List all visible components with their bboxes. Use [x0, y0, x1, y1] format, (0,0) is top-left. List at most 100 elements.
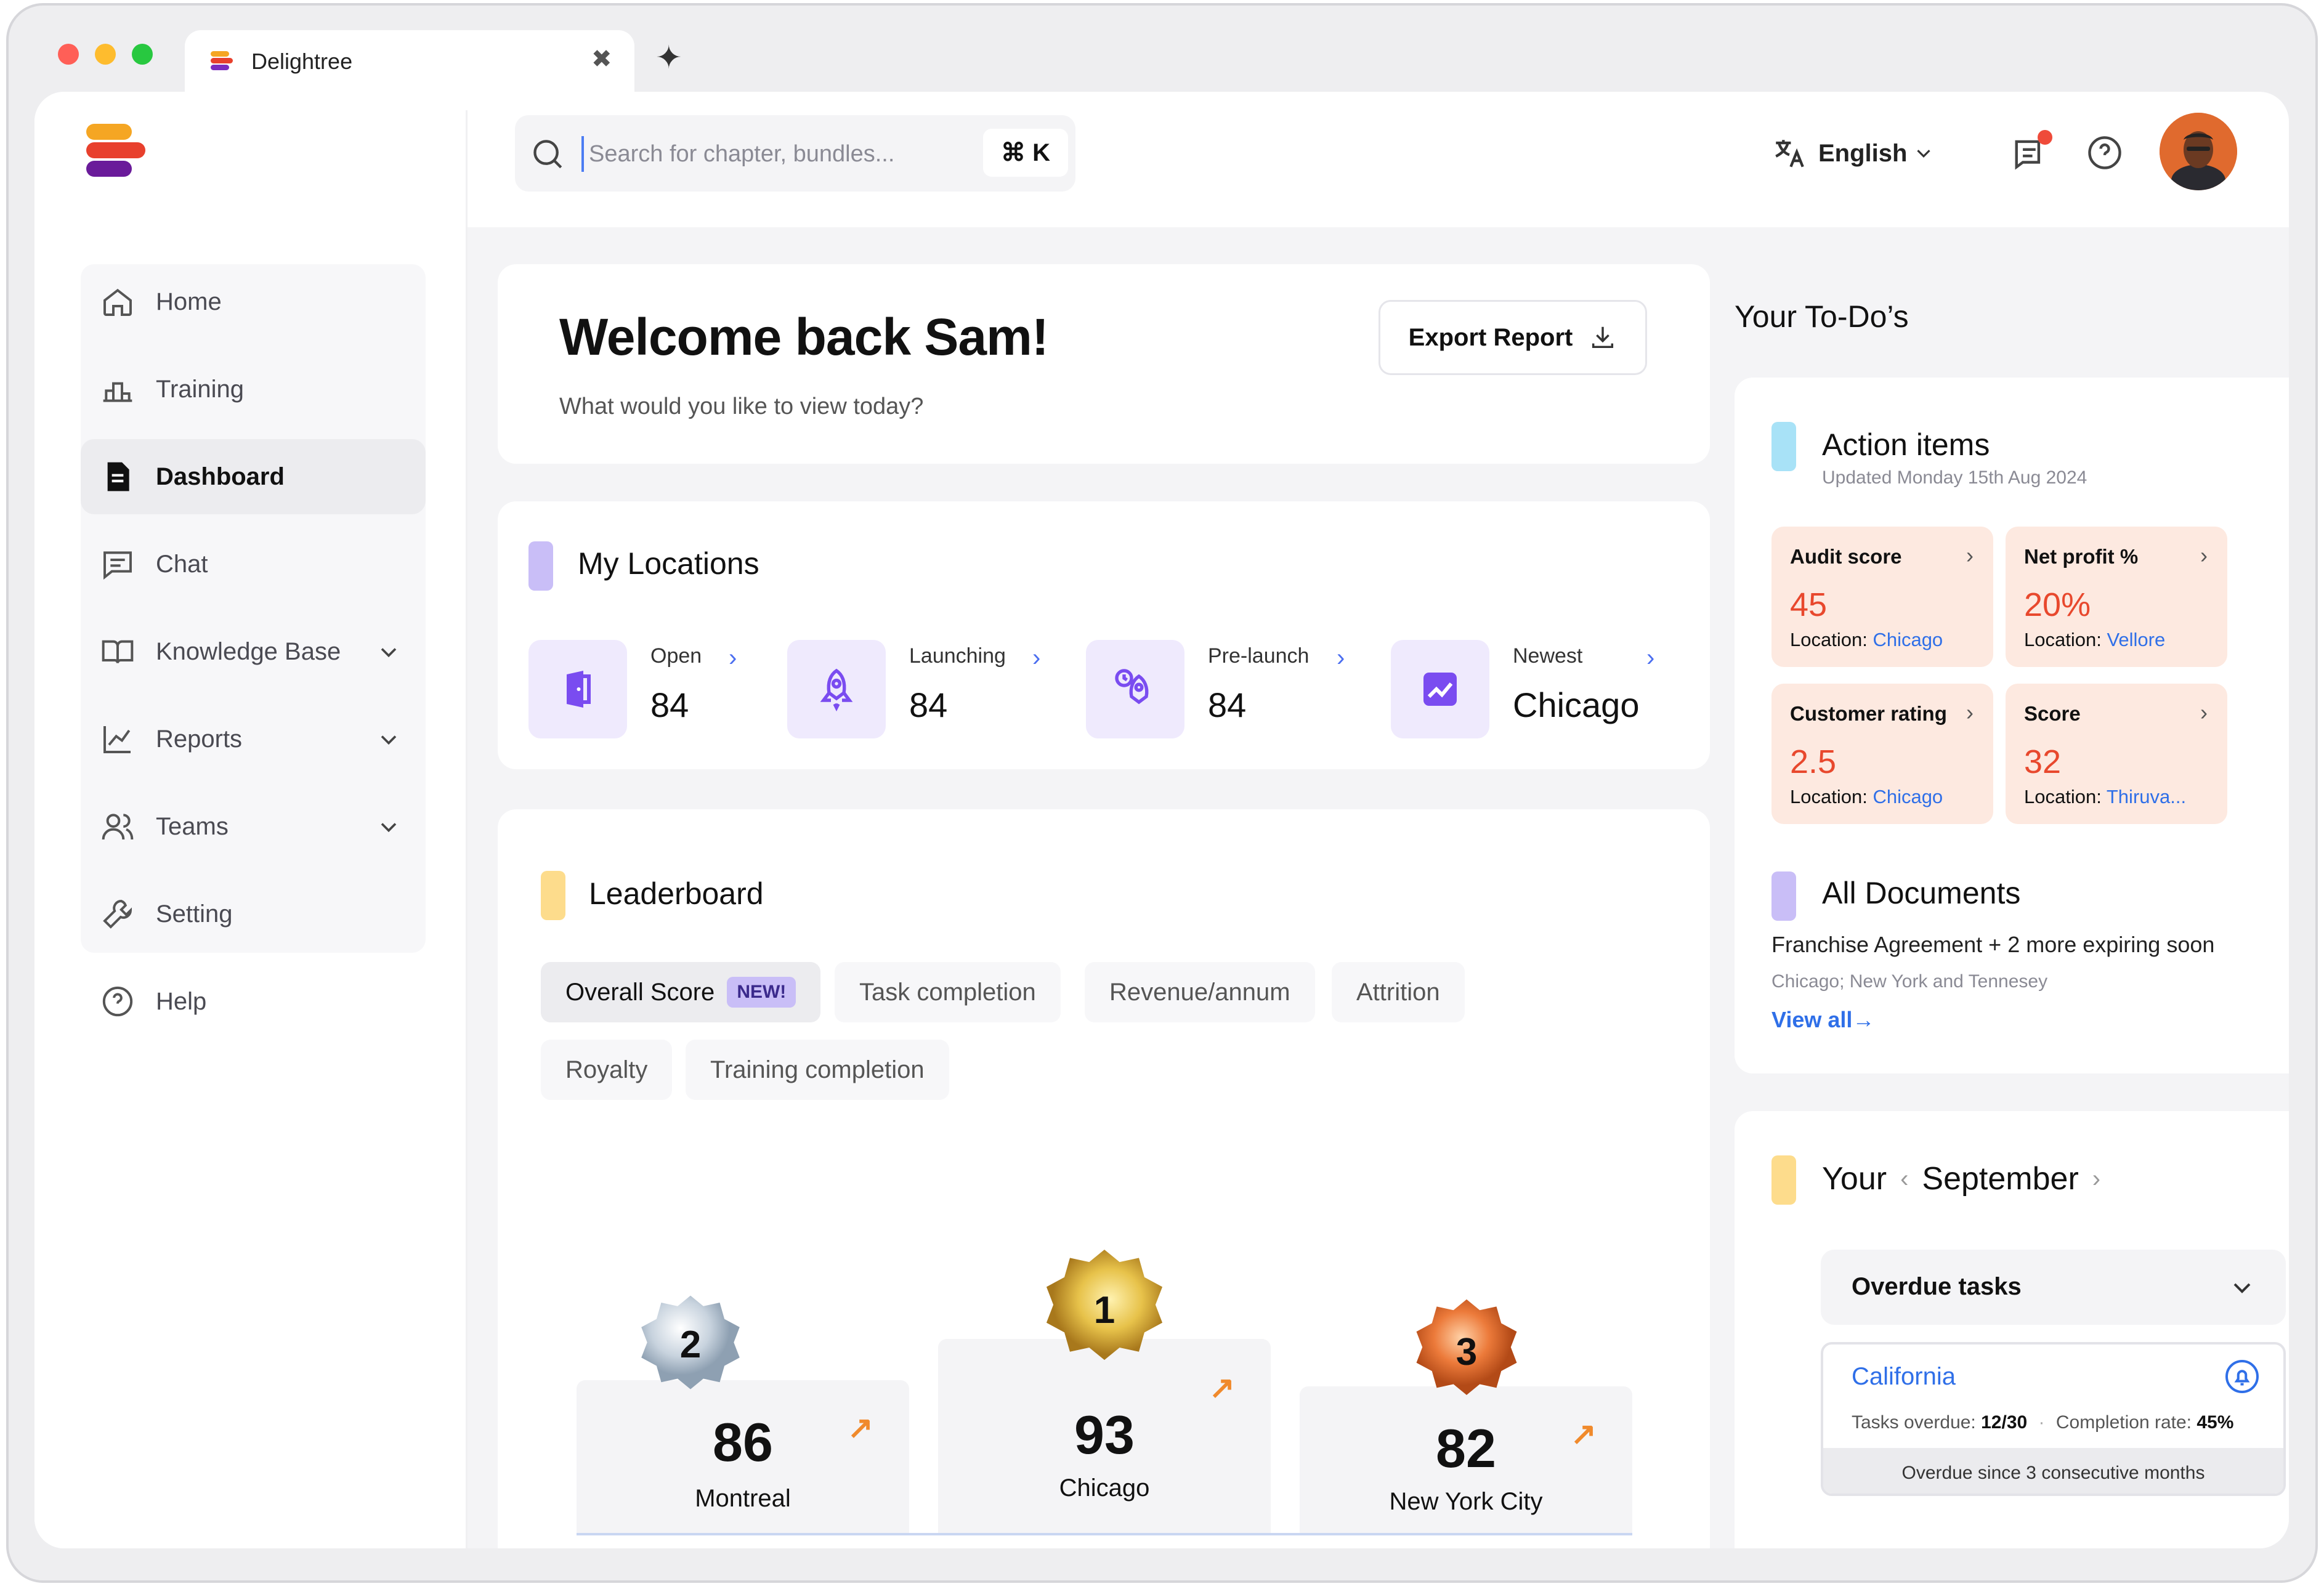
open-locations-tile[interactable]	[528, 640, 627, 738]
sidebar-item-label: Dashboard	[156, 463, 285, 490]
help-button[interactable]	[2086, 134, 2124, 172]
tab-label: Royalty	[565, 1056, 648, 1083]
notification-dot	[2038, 130, 2052, 145]
tab-task-completion[interactable]: Task completion	[835, 962, 1061, 1022]
tab-attrition[interactable]: Attrition	[1332, 962, 1465, 1022]
location-prefix: Location:	[1790, 786, 1873, 807]
chevron-down-icon	[381, 648, 397, 658]
app-panel: Home Training Dashboard Chat Knowledge B…	[34, 92, 2289, 1548]
action-items-title: Action items	[1822, 427, 1990, 462]
location-link[interactable]: Chicago	[1873, 786, 1943, 807]
newest-value: Chicago	[1513, 685, 1640, 724]
chevron-right-icon: ›	[2200, 543, 2208, 568]
next-month-button[interactable]: ›	[2092, 1165, 2100, 1193]
section-accent	[1771, 871, 1796, 921]
tasks-overdue-value: 12/30	[1981, 1412, 2028, 1433]
overdue-tasks-dropdown[interactable]: Overdue tasks	[1821, 1250, 2286, 1325]
location-link[interactable]: Thiruva...	[2107, 786, 2186, 807]
action-card-customer-rating[interactable]: Customer rating › 2.5 Location: Chicago	[1771, 684, 1993, 824]
action-card-score[interactable]: Score › 32 Location: Thiruva...	[2006, 684, 2227, 824]
gold-medal-icon: 1	[1035, 1244, 1173, 1382]
sidebar-item-teams[interactable]: Teams	[81, 789, 426, 864]
location-link[interactable]: Chicago	[1873, 629, 1943, 650]
location-prefix: Location:	[1790, 629, 1873, 650]
launching-value: 84	[909, 685, 948, 724]
new-tab-icon[interactable]: ✦	[655, 39, 682, 76]
action-card-location: Location: Chicago	[1790, 786, 1943, 808]
trend-up-icon: ↗	[1209, 1370, 1235, 1405]
medal-rank: 1	[1093, 1289, 1115, 1332]
newest-location-tile[interactable]	[1391, 640, 1489, 738]
chevron-right-icon[interactable]: ›	[729, 644, 737, 672]
chevron-down-icon	[381, 823, 397, 833]
sidebar-item-home[interactable]: Home	[81, 264, 426, 339]
minimize-window-button[interactable]	[95, 44, 116, 65]
language-selector[interactable]: English	[1771, 129, 1935, 178]
bell-icon[interactable]	[2224, 1358, 2261, 1395]
action-card-value: 20%	[2024, 586, 2091, 623]
sidebar-item-label: Training	[156, 375, 245, 403]
action-card-audit-score[interactable]: Audit score › 45 Location: Chicago	[1771, 527, 1993, 667]
action-card-title: Customer rating	[1790, 702, 1947, 725]
chevron-right-icon: ›	[1966, 543, 1974, 568]
pre-launch-value: 84	[1208, 685, 1247, 724]
my-locations-title: My Locations	[578, 546, 759, 581]
month-selector: Your ‹ September ›	[1822, 1160, 2100, 1197]
location-prefix: Location:	[2024, 786, 2107, 807]
tab-revenue-annum[interactable]: Revenue/annum	[1085, 962, 1315, 1022]
open-label: Open	[650, 644, 702, 668]
launching-label: Launching	[909, 644, 1006, 668]
podium-score: 93	[1074, 1404, 1135, 1465]
sidebar-item-knowledge-base[interactable]: Knowledge Base	[81, 614, 426, 689]
search-input[interactable]	[581, 136, 984, 172]
location-link[interactable]: Vellore	[2107, 629, 2165, 650]
export-report-button[interactable]: Export Report	[1379, 300, 1647, 375]
trend-up-icon: ↗	[848, 1410, 873, 1445]
chevron-down-icon	[381, 735, 397, 745]
search-bar[interactable]: ⌘ K	[515, 115, 1075, 192]
welcome-card: Welcome back Sam! What would you like to…	[498, 264, 1710, 464]
podium-city: New York City	[1389, 1488, 1543, 1515]
view-all-link[interactable]: View all→	[1771, 1007, 1874, 1033]
welcome-subtitle: What would you like to view today?	[559, 394, 924, 419]
sidebar-item-label: Setting	[156, 900, 233, 928]
line-chart-icon	[103, 726, 131, 753]
section-accent	[1771, 1155, 1796, 1205]
sidebar-item-training[interactable]: Training	[81, 352, 426, 427]
notifications-button[interactable]	[2012, 130, 2052, 172]
pre-launch-label: Pre-launch	[1208, 644, 1310, 668]
sidebar-item-help[interactable]: Help	[81, 964, 426, 1039]
chevron-right-icon[interactable]: ›	[1646, 644, 1654, 672]
app-logo-icon	[86, 124, 145, 177]
avatar[interactable]	[2160, 113, 2237, 190]
tab-close-icon[interactable]: ✖	[591, 45, 612, 73]
sidebar-item-reports[interactable]: Reports	[81, 702, 426, 777]
sidebar-item-label: Knowledge Base	[156, 637, 341, 665]
chevron-right-icon[interactable]: ›	[1032, 644, 1040, 672]
help-icon	[2088, 136, 2121, 169]
sidebar-item-dashboard[interactable]: Dashboard	[81, 439, 426, 514]
sidebar-item-setting[interactable]: Setting	[81, 876, 426, 952]
completion-rate-value: 45%	[2196, 1412, 2234, 1433]
maximize-window-button[interactable]	[132, 44, 153, 65]
close-window-button[interactable]	[58, 44, 79, 65]
overdue-location-card[interactable]: California Tasks overdue: 12/30 · Comple…	[1821, 1342, 2286, 1496]
pre-launch-locations-tile[interactable]	[1086, 640, 1184, 738]
tab-training-completion[interactable]: Training completion	[686, 1040, 949, 1100]
tab-overall-score[interactable]: Overall Score NEW!	[541, 962, 821, 1022]
sidebar-item-chat[interactable]: Chat	[81, 527, 426, 602]
tab-royalty[interactable]: Royalty	[541, 1040, 673, 1100]
chevron-right-icon[interactable]: ›	[1337, 644, 1345, 672]
prev-month-button[interactable]: ‹	[1900, 1165, 1908, 1193]
medal-rank: 3	[1456, 1331, 1478, 1373]
podium-city: Chicago	[1059, 1474, 1150, 1502]
stats-separator: ·	[2038, 1412, 2045, 1433]
launching-locations-tile[interactable]	[787, 640, 886, 738]
browser-tab[interactable]: Delightree ✖	[185, 30, 634, 95]
sidebar-item-label: Teams	[156, 812, 229, 840]
action-card-location: Location: Vellore	[2024, 629, 2165, 651]
documents-locations: Chicago; New York and Tennesey	[1771, 971, 2048, 992]
tab-label: Overall Score	[565, 978, 715, 1006]
action-card-net-profit[interactable]: Net profit % › 20% Location: Vellore	[2006, 527, 2227, 667]
overdue-stats: Tasks overdue: 12/30 · Completion rate: …	[1852, 1412, 2233, 1433]
